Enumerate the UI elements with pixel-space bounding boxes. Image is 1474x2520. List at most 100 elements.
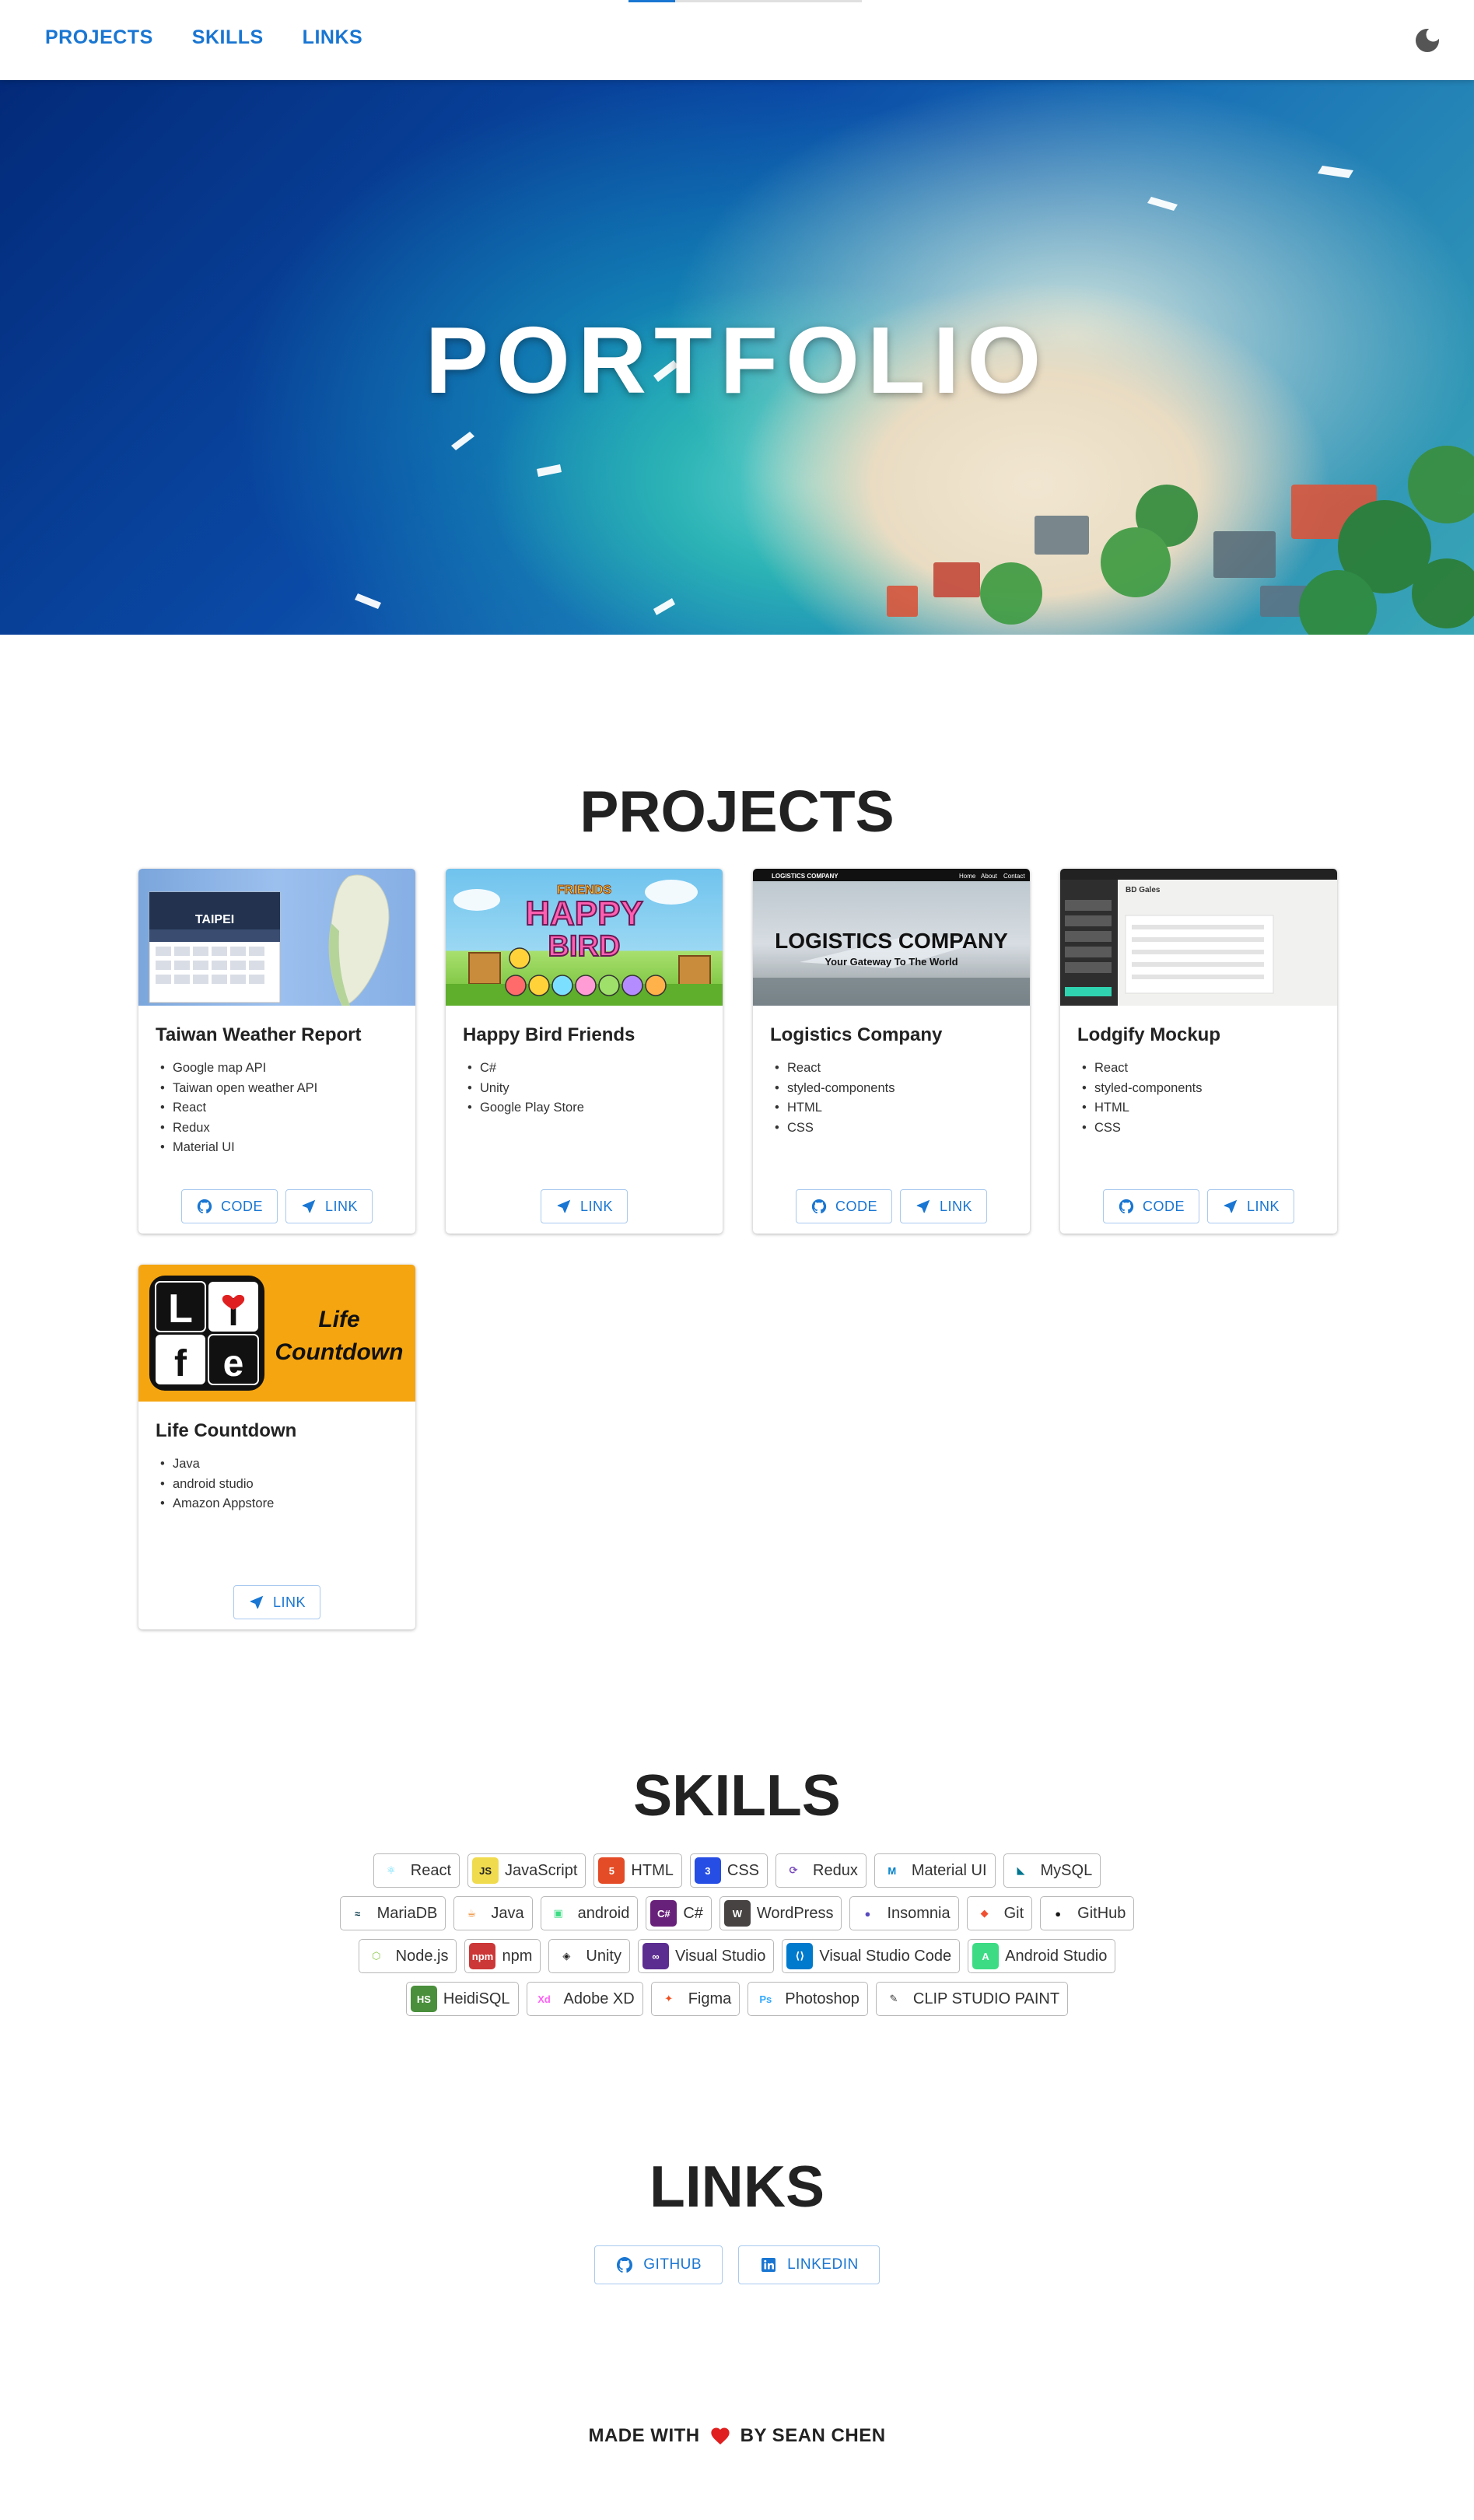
project-title: Life Countdown: [156, 1420, 297, 1441]
code-button[interactable]: CODE: [1102, 1189, 1199, 1223]
skill-chip: ● GitHub: [1040, 1896, 1135, 1930]
photoshop-icon: Ps: [752, 1986, 779, 2012]
skill-label: Node.js: [395, 1947, 449, 1965]
skill-label: JavaScript: [505, 1861, 578, 1879]
skill-label: Visual Studio: [674, 1947, 766, 1965]
skill-label: Redux: [813, 1861, 858, 1879]
figma-icon: ✦: [655, 1986, 682, 2012]
nav-link-links[interactable]: LINKS: [303, 26, 363, 49]
taipei-label: TAIPEI: [195, 913, 234, 926]
skill-chip: ⟨⟩ Visual Studio Code: [782, 1939, 961, 1973]
code-button-label: CODE: [835, 1198, 877, 1214]
skill-label: MariaDB: [376, 1904, 438, 1922]
life-countdown-logo: L i f e Life Countdown: [149, 1276, 403, 1391]
material-ui-icon: M: [878, 1857, 905, 1884]
send-icon: [250, 1595, 264, 1609]
skill-chip: ◈ Unity: [548, 1939, 630, 1973]
project-tech-list: React styled-components HTML CSS: [770, 1059, 895, 1138]
tech-item: Java: [156, 1454, 274, 1475]
tech-item: Amazon Appstore: [156, 1494, 274, 1514]
skill-chip: ✦ Figma: [650, 1982, 741, 2016]
skill-label: WordPress: [756, 1904, 834, 1922]
tech-item: Taiwan open weather API: [156, 1079, 317, 1099]
happy-bird-artwork: FRIENDS HAPPY BIRD: [446, 880, 723, 1006]
logo-letter-l: L: [168, 1286, 193, 1332]
android-studio-icon: A: [972, 1943, 1000, 1969]
skill-chip: ◣ MySQL: [1003, 1853, 1101, 1888]
visual-studio-icon: ∞: [642, 1943, 669, 1969]
project-actions: CODE LINK: [753, 1189, 1030, 1223]
code-button[interactable]: CODE: [180, 1189, 278, 1223]
skill-chip: Xd Adobe XD: [526, 1982, 643, 2016]
skill-chip: ▣ android: [540, 1896, 639, 1930]
skill-chip: 3 CSS: [689, 1853, 768, 1888]
github-link-button[interactable]: GITHUB: [594, 2245, 723, 2284]
linkedin-link-button[interactable]: LINKEDIN: [738, 2245, 880, 2284]
android-icon: ▣: [544, 1900, 572, 1927]
skills-section-title: SKILLS: [633, 1762, 841, 1828]
vscode-icon: ⟨⟩: [786, 1943, 814, 1969]
skill-label: React: [410, 1861, 452, 1879]
skill-label: Unity: [586, 1947, 621, 1965]
project-tech-list: React styled-components HTML CSS: [1077, 1059, 1203, 1138]
github-icon: [197, 1199, 212, 1214]
skill-label: Adobe XD: [563, 1990, 635, 2007]
skill-label: CLIP STUDIO PAINT: [912, 1990, 1060, 2007]
project-title: Taiwan Weather Report: [156, 1024, 362, 1045]
hero-banner: PORTFOLIO: [0, 80, 1474, 635]
skills-row: ⚛ React JS JavaScript 5 HTML 3 CSS ⟳ Redux M Materi…: [0, 1853, 1474, 1888]
link-button[interactable]: LINK: [1206, 1189, 1295, 1223]
mysql-icon: ◣: [1007, 1857, 1035, 1884]
skill-chip: npm npm: [464, 1939, 541, 1973]
project-thumbnail: TAIPEI: [138, 869, 415, 1006]
project-card-taiwan-weather: TAIPEI Taiwan Weather Report Google map …: [138, 869, 415, 1234]
skill-chip: ∞ Visual Studio: [637, 1939, 775, 1973]
tech-item: Google map API: [156, 1059, 317, 1079]
moon-icon: [1416, 29, 1439, 52]
skill-label: Figma: [688, 1990, 732, 2007]
theme-toggle-button[interactable]: [1412, 25, 1443, 56]
logistics-hero-subtitle: Your Gateway To The World: [825, 956, 958, 968]
skill-label: Android Studio: [1005, 1947, 1108, 1965]
github-link-label: GITHUB: [643, 2256, 702, 2273]
unity-icon: ◈: [553, 1943, 580, 1969]
skill-chip: ☕ Java: [453, 1896, 533, 1930]
code-button[interactable]: CODE: [795, 1189, 892, 1223]
link-button[interactable]: LINK: [285, 1189, 373, 1223]
skill-chip: A Android Studio: [968, 1939, 1116, 1973]
redux-icon: ⟳: [780, 1857, 807, 1884]
skill-chip: HS HeidiSQL: [405, 1982, 519, 2016]
hero-title: PORTFOLIO: [425, 307, 1049, 413]
project-thumbnail: L i f e Life Countdown: [138, 1265, 415, 1402]
tech-item: styled-components: [770, 1079, 895, 1099]
project-thumbnail: FRIENDS HAPPY BIRD: [446, 869, 723, 1006]
mariadb-icon: ≈: [344, 1900, 371, 1927]
send-icon: [557, 1199, 571, 1213]
skill-label: MySQL: [1040, 1861, 1093, 1879]
link-button-label: LINK: [579, 1198, 614, 1214]
link-button[interactable]: LINK: [899, 1189, 988, 1223]
nav-link-skills[interactable]: SKILLS: [192, 26, 264, 49]
skill-label: android: [577, 1904, 630, 1922]
github-icon: [617, 2257, 633, 2273]
github-icon: [811, 1199, 827, 1214]
link-button[interactable]: LINK: [540, 1189, 628, 1223]
nav-link-projects[interactable]: PROJECTS: [45, 26, 153, 49]
skill-label: C#: [683, 1904, 703, 1922]
skills-row: HS HeidiSQL Xd Adobe XD ✦ Figma Ps Photoshop ✎ CL…: [0, 1982, 1474, 2016]
project-card-logistics: LOGISTICS COMPANY Home About Contact LOG…: [753, 869, 1030, 1234]
send-icon: [302, 1199, 316, 1213]
insomnia-icon: ●: [854, 1900, 881, 1927]
project-title: Happy Bird Friends: [463, 1024, 635, 1045]
logo-letter-e: e: [223, 1343, 244, 1384]
skill-chip: JS JavaScript: [467, 1853, 586, 1888]
tech-item: Unity: [463, 1079, 584, 1099]
project-actions: LINK: [138, 1585, 415, 1619]
link-button-label: LINK: [1246, 1198, 1280, 1214]
adobe-xd-icon: Xd: [530, 1986, 558, 2012]
links-section-title: LINKS: [649, 2154, 825, 2219]
skill-label: GitHub: [1077, 1904, 1126, 1922]
link-button[interactable]: LINK: [233, 1585, 321, 1619]
project-tech-list: Google map API Taiwan open weather API R…: [156, 1059, 317, 1158]
project-card-life-countdown: L i f e Life Countdown Life Countdown Ja…: [138, 1265, 415, 1629]
